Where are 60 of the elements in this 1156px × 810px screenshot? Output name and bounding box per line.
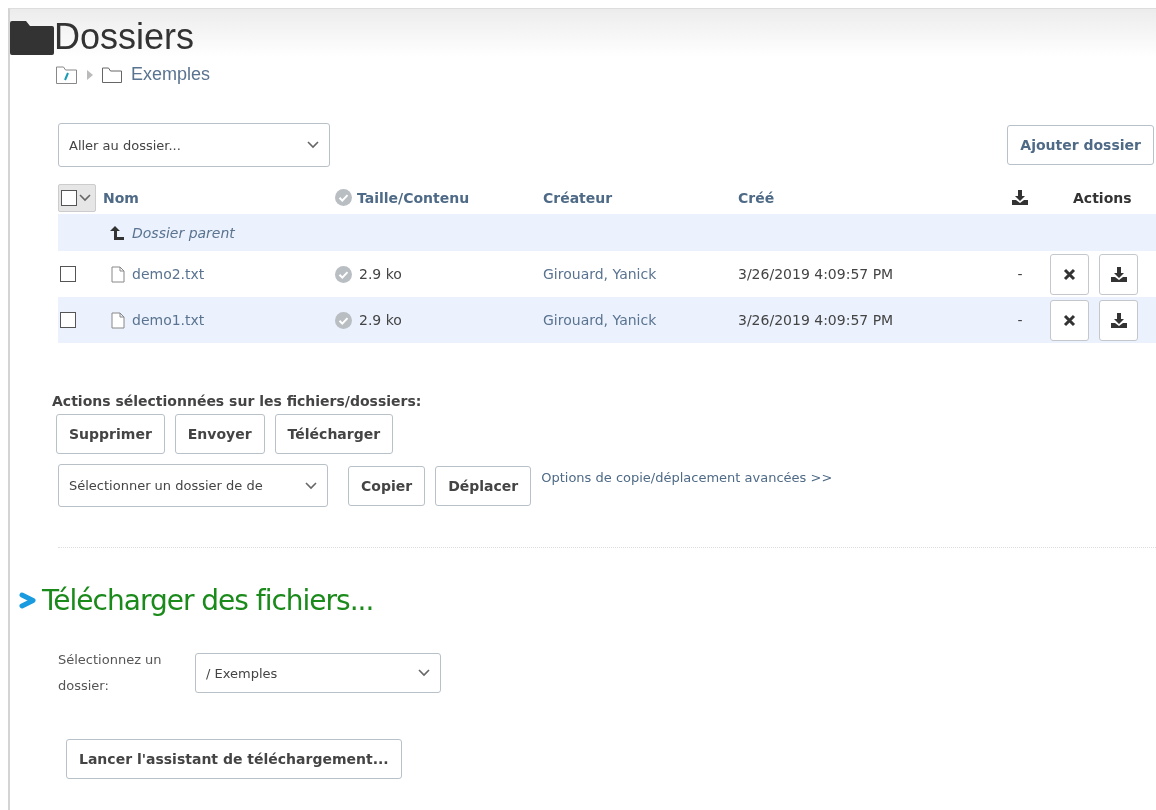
checkbox[interactable] [60,266,76,282]
close-icon [1063,267,1076,281]
file-icon [111,311,125,329]
section-title: Télécharger des fichiers... [42,584,374,617]
wizard-button[interactable]: Lancer l'assistant de téléchargement... [66,739,402,779]
folder-icon [10,19,54,55]
check-circle-icon [335,265,352,283]
action-button[interactable]: Copier [348,465,426,506]
column-header[interactable]: Créé [738,189,775,206]
file-link[interactable]: demo2.txt [132,266,205,282]
table-cell: 3/26/2019 4:09:57 PM [738,312,894,328]
chevron-down-icon [307,141,319,149]
select-all-control[interactable] [58,183,96,212]
dropdown[interactable]: / Exemples [195,653,441,693]
chevron-right-icon [19,592,36,609]
field-label: Sélectionnez un dossier: [58,651,163,695]
creator-link[interactable]: Girouard, Yanick [543,312,657,328]
action-button[interactable]: Envoyer [174,414,265,454]
delete-button[interactable] [1050,299,1089,341]
table-cell: 2.9 ko [359,266,402,282]
breadcrumb-link[interactable]: Exemples [131,64,211,85]
check-circle-icon [335,311,352,329]
page-title: Dossiers [54,17,195,57]
table-cell: - [1017,266,1023,282]
column-header[interactable]: Créateur [543,189,613,206]
table-cell: 2.9 ko [359,312,402,328]
download-icon [1110,312,1127,328]
checkbox[interactable] [61,189,77,206]
download-icon [1012,190,1028,205]
checkbox[interactable] [60,312,76,328]
chevron-down-icon [79,193,91,202]
creator-link[interactable]: Girouard, Yanick [543,266,657,282]
action-button[interactable]: Télécharger [274,414,394,454]
file-icon [111,265,125,283]
section-label: Actions sélectionnées sur les fichiers/dossiers: [52,393,423,409]
root-folder-icon[interactable] [55,64,79,85]
close-icon [1063,313,1076,327]
column-header[interactable]: Nom [103,189,139,206]
download-icon [1110,266,1127,282]
table-cell: - [1017,312,1023,328]
add-folder-button[interactable]: Ajouter dossier [1007,125,1154,165]
download-button[interactable] [1099,253,1138,295]
delete-button[interactable] [1050,253,1089,295]
action-button[interactable]: Supprimer [56,414,165,454]
column-header[interactable]: Taille/Contenu [357,189,470,206]
dropdown[interactable]: Sélectionner un dossier de de [58,464,328,507]
caret-right-icon [87,69,93,80]
chevron-down-icon [418,669,430,677]
folder-icon [101,65,123,84]
check-circle-icon [335,189,352,206]
advanced-options-link[interactable]: Options de copie/déplacement avancées >> [541,470,833,485]
download-button[interactable] [1099,299,1138,341]
column-header: Actions [1073,189,1132,206]
chevron-down-icon [305,481,317,490]
parent-folder-link[interactable]: Dossier parent [132,224,235,241]
dropdown[interactable]: Aller au dossier... [58,123,330,167]
action-button[interactable]: Déplacer [435,465,532,506]
arrow-up-icon [110,225,124,240]
table-cell: 3/26/2019 4:09:57 PM [738,266,894,282]
file-link[interactable]: demo1.txt [132,312,205,328]
